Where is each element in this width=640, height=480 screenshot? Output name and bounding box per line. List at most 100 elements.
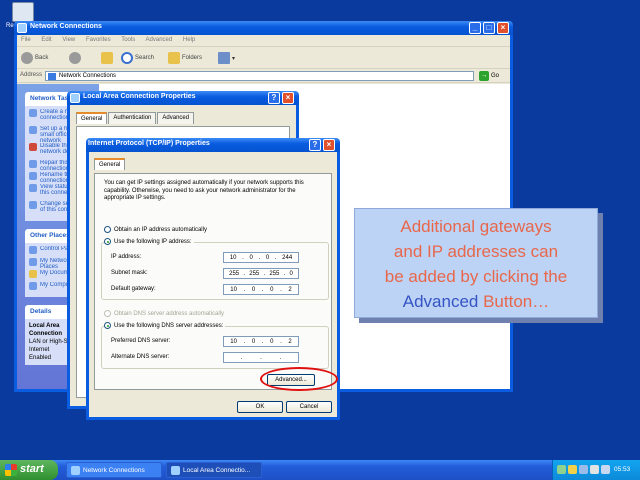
- minimize-button[interactable]: _: [469, 22, 481, 34]
- up-folder-button[interactable]: [101, 51, 113, 65]
- use-static-dns-radio[interactable]: Use the following DNS server addresses:: [104, 322, 226, 329]
- network-tray-icon[interactable]: [557, 465, 566, 474]
- ip-octet: 0: [251, 286, 256, 293]
- back-button[interactable]: Back: [21, 51, 48, 65]
- network-folder-icon: [17, 23, 27, 33]
- obtain-ip-auto-radio[interactable]: Obtain an IP address automatically: [104, 226, 207, 233]
- callout-line: be added by clicking the: [384, 267, 568, 286]
- tcpip-panel: You can get IP settings assigned automat…: [94, 173, 332, 390]
- radio-label: Obtain DNS server address automatically: [114, 310, 225, 317]
- address-label: Address: [20, 72, 43, 78]
- tcpip-titlebar[interactable]: Internet Protocol (TCP/IP) Properties ? …: [86, 138, 340, 152]
- documents-folder-icon: [29, 270, 37, 278]
- ip-octet: 0: [265, 254, 270, 261]
- tab-general[interactable]: General: [76, 112, 108, 124]
- explorer-titlebar[interactable]: Network Connections _ □ ×: [14, 21, 513, 35]
- help-button[interactable]: ?: [309, 139, 321, 151]
- menu-favorites[interactable]: Favorites: [86, 37, 111, 43]
- taskbar: start Network Connections Local Area Con…: [0, 460, 640, 480]
- ip-address-field[interactable]: 10. 0. 0. 244: [223, 252, 299, 263]
- taskbar-item-lan-connection[interactable]: Local Area Connectio...: [166, 462, 262, 478]
- views-icon: [218, 52, 230, 64]
- ip-octet: 2: [288, 286, 292, 293]
- security-tray-icon[interactable]: [568, 465, 577, 474]
- ip-octet: 255: [269, 270, 280, 277]
- settings-icon: [29, 201, 37, 209]
- help-button[interactable]: ?: [268, 92, 280, 104]
- recycle-bin-icon[interactable]: [12, 2, 34, 22]
- annotation-callout: Additional gateways and IP addresses can…: [354, 208, 598, 318]
- use-static-ip-radio[interactable]: Use the following IP address:: [104, 238, 194, 245]
- menu-advanced[interactable]: Advanced: [146, 37, 173, 43]
- radio-label: Use the following DNS server addresses:: [114, 322, 224, 329]
- address-input[interactable]: Network Connections: [45, 71, 474, 81]
- start-label: start: [20, 463, 44, 475]
- menu-help[interactable]: Help: [183, 37, 195, 43]
- close-button[interactable]: ×: [497, 22, 509, 34]
- desktop-icon-label: Re: [6, 23, 14, 29]
- home-network-icon: [29, 126, 37, 134]
- chevron-down-icon: ▾: [232, 55, 236, 62]
- default-gateway-label: Default gateway:: [111, 286, 156, 292]
- callout-highlight: Advanced: [402, 292, 479, 311]
- close-button[interactable]: ×: [323, 139, 335, 151]
- volume-tray-icon[interactable]: [579, 465, 588, 474]
- taskbar-item-network-connections[interactable]: Network Connections: [66, 462, 162, 478]
- toolbar: Back Search Folders ▾: [17, 47, 510, 69]
- rename-icon: [29, 172, 37, 180]
- start-button[interactable]: start: [0, 460, 58, 480]
- folders-button[interactable]: Folders: [168, 51, 202, 65]
- forward-button[interactable]: [69, 51, 81, 65]
- tcpip-title: Internet Protocol (TCP/IP) Properties: [88, 140, 210, 147]
- radio-selected-icon: [104, 322, 111, 329]
- folders-icon: [168, 52, 180, 64]
- callout-line: Advanced Button…: [355, 289, 597, 314]
- computer-icon: [29, 282, 37, 290]
- network-adapter-icon: [171, 466, 180, 475]
- monitor-tray-icon[interactable]: [601, 465, 610, 474]
- lan-titlebar[interactable]: Local Area Connection Properties ? ×: [67, 91, 299, 105]
- radio-label: Obtain an IP address automatically: [114, 226, 207, 233]
- menu-view[interactable]: View: [62, 37, 75, 43]
- go-arrow-icon: →: [479, 71, 489, 81]
- windows-logo-icon: [5, 464, 17, 476]
- preferred-dns-field[interactable]: 10. 0. 0. 2: [223, 336, 299, 347]
- network-adapter-icon: [70, 93, 80, 103]
- alternate-dns-label: Alternate DNS server:: [111, 354, 170, 360]
- ip-octet: 0: [251, 338, 256, 345]
- tab-general[interactable]: General: [94, 158, 126, 170]
- tab-advanced[interactable]: Advanced: [157, 112, 195, 124]
- app-tray-icon[interactable]: [590, 465, 599, 474]
- views-button[interactable]: ▾: [218, 51, 235, 65]
- folders-label: Folders: [182, 55, 203, 61]
- close-button[interactable]: ×: [282, 92, 294, 104]
- maximize-button[interactable]: □: [483, 22, 495, 34]
- obtain-dns-auto-radio[interactable]: Obtain DNS server address automatically: [104, 310, 224, 317]
- disable-icon: [29, 143, 37, 151]
- system-tray: 05:53: [552, 460, 640, 480]
- up-folder-icon: [101, 52, 113, 64]
- lan-title: Local Area Connection Properties: [83, 93, 196, 100]
- taskbar-item-label: Network Connections: [83, 467, 145, 474]
- go-button[interactable]: → Go: [479, 71, 499, 81]
- back-arrow-icon: [21, 52, 33, 64]
- default-gateway-field[interactable]: 10. 0. 0. 2: [223, 284, 299, 295]
- menu-tools[interactable]: Tools: [121, 37, 135, 43]
- cancel-button[interactable]: Cancel: [286, 401, 332, 413]
- menu-file[interactable]: File: [21, 37, 31, 43]
- tab-authentication[interactable]: Authentication: [108, 112, 157, 124]
- alternate-dns-field[interactable]: . . .: [223, 352, 299, 363]
- explorer-title: Network Connections: [30, 23, 102, 30]
- subnet-mask-field[interactable]: 255. 255. 255. 0: [223, 268, 299, 279]
- address-bar: Address Network Connections → Go: [17, 69, 510, 83]
- tcpip-tabs: General: [89, 152, 337, 170]
- status-icon: [29, 184, 37, 192]
- preferred-dns-label: Preferred DNS server:: [111, 338, 171, 344]
- search-button[interactable]: Search: [121, 51, 154, 65]
- forward-arrow-icon: [69, 52, 81, 64]
- radio-icon: [104, 226, 111, 233]
- ip-octet: 2: [288, 338, 292, 345]
- menu-edit[interactable]: Edit: [41, 37, 51, 43]
- subnet-mask-label: Subnet mask:: [111, 270, 148, 276]
- ok-button[interactable]: OK: [237, 401, 283, 413]
